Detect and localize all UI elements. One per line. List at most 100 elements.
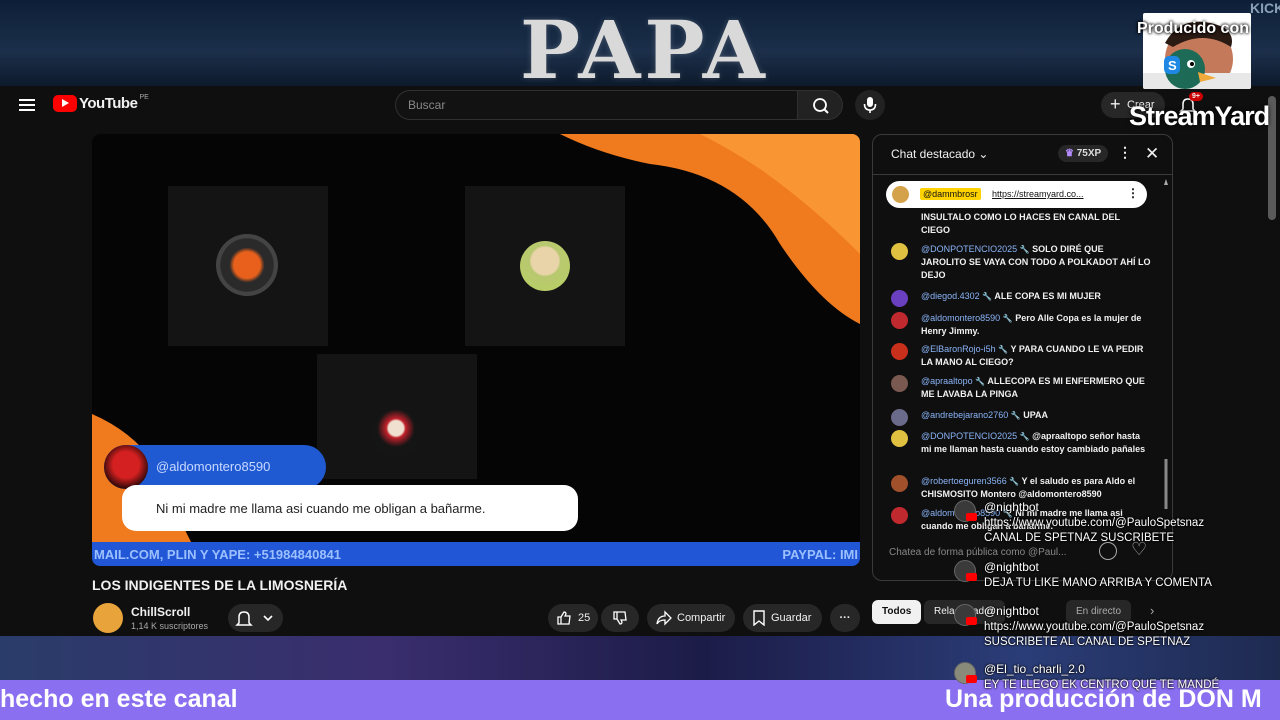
chat-message: @andrebejarano2760 🔧 UPAA <box>891 409 1151 426</box>
chat-avatar <box>891 409 908 426</box>
speaker-name: @aldomontero8590 <box>156 459 271 474</box>
stream-top-banner: PAPA KICK <box>0 0 1280 86</box>
participant-avatar <box>372 409 420 457</box>
like-button[interactable]: 25 <box>548 604 598 632</box>
chat-username[interactable]: @apraaltopo <box>921 376 973 386</box>
xp-value: 75XP <box>1076 148 1102 159</box>
youtube-mini-icon <box>966 573 977 581</box>
search-button[interactable] <box>797 90 843 120</box>
chat-username[interactable]: @ElBaronRojo-i5h <box>921 344 996 354</box>
chat-avatar <box>891 507 908 524</box>
dislike-button[interactable] <box>601 604 639 632</box>
overlay-chat-message: @El_tio_charli_2.0 EY TE LLEGO EK CENTRO… <box>950 662 1240 694</box>
producido-label: Producido con <box>1137 20 1249 37</box>
chat-options-icon[interactable]: ⋮ <box>1118 144 1132 161</box>
overlay-username: @nightbot <box>984 560 1039 574</box>
save-button[interactable]: Guardar <box>743 604 822 632</box>
wrench-icon: 🔧 <box>982 292 993 301</box>
wrench-icon: 🔧 <box>1002 314 1013 323</box>
chat-avatar <box>891 290 908 307</box>
chat-username[interactable]: @robertoeguren3566 <box>921 476 1007 486</box>
video-ticker: MAIL.COM, PLIN Y YAPE: +51984840841 PAYP… <box>92 542 860 566</box>
overlay-message-text: DEJA TU LIKE MANO ARRIBA Y COMENTA <box>984 577 1212 589</box>
chat-avatar <box>891 430 908 447</box>
pinned-options-icon[interactable]: ⋮ <box>1127 186 1139 200</box>
chat-avatar <box>891 475 908 492</box>
chat-username[interactable]: @aldomontero8590 <box>921 313 1000 323</box>
search-icon <box>813 98 829 114</box>
menu-icon[interactable] <box>19 99 35 111</box>
channel-subscribers: 1,14 K suscriptores <box>131 621 209 631</box>
share-icon <box>656 610 672 626</box>
wrench-icon: 🔧 <box>1019 245 1030 254</box>
chat-avatar <box>891 375 908 392</box>
search-input[interactable]: Buscar <box>395 90 797 120</box>
participant-tile <box>317 354 477 479</box>
chat-username[interactable]: @DONPOTENCIO2025 <box>921 431 1017 441</box>
streamyard-logo: StreamYard <box>1129 101 1270 131</box>
chat-username[interactable]: @DONPOTENCIO2025 <box>921 244 1017 254</box>
chip-all[interactable]: Todos <box>872 600 922 624</box>
svg-text:S: S <box>1168 58 1177 73</box>
mic-icon <box>863 97 877 113</box>
save-label: Guardar <box>771 612 812 624</box>
channel-name[interactable]: ChillScroll <box>131 605 190 619</box>
chat-mode-dropdown[interactable]: Chat destacado ⌄ <box>891 147 988 161</box>
wrench-icon: 🔧 <box>998 345 1009 354</box>
chat-avatar <box>891 343 908 360</box>
close-chat-icon[interactable]: ✕ <box>1145 144 1159 164</box>
overlay-chat-message: @nightbot DEJA TU LIKE MANO ARRIBA Y COM… <box>950 560 1240 592</box>
chat-avatar <box>891 312 908 329</box>
page-scrollbar[interactable] <box>1268 96 1276 220</box>
mic-button[interactable] <box>855 90 885 120</box>
overlay-message-text: https://www.youtube.com/@PauloSpetsnaz C… <box>984 517 1205 544</box>
xp-badge[interactable]: ♛ 75XP <box>1058 145 1109 162</box>
chat-mode-label: Chat destacado <box>891 147 976 161</box>
chat-message-text: INSULTALO COMO LO HACES EN CANAL DEL CIE… <box>921 212 1120 235</box>
screen: PAPA KICK YouTube PE Buscar + Crear 9+ @… <box>0 0 1280 720</box>
subscription-bell-button[interactable] <box>228 604 283 632</box>
chat-avatar <box>891 243 908 260</box>
pinned-user: @dammbrosr <box>920 188 981 200</box>
chat-message: @aldomontero8590 🔧 Pero Alle Copa es la … <box>891 312 1151 338</box>
wrench-icon: 🔧 <box>1009 477 1020 486</box>
chat-message-text: UPAA <box>1023 410 1049 420</box>
participant-avatar <box>520 241 570 291</box>
video-title: LOS INDIGENTES DE LA LIMOSNERÍA <box>92 577 348 593</box>
chat-input[interactable]: Chatea de forma pública como @Paul... <box>889 547 1089 558</box>
yt-header: YouTube PE Buscar + Crear 9+ <box>0 86 1280 124</box>
banner-title: PAPA <box>520 3 769 86</box>
thumbs-up-icon <box>557 611 571 625</box>
chat-username[interactable]: @andrebejarano2760 <box>921 410 1008 420</box>
ticker-right-text: PAYPAL: IMI <box>782 547 858 562</box>
speaker-message: Ni mi madre me llama asi cuando me oblig… <box>122 485 578 531</box>
chat-header: Chat destacado ⌄ ♛ 75XP ⋮ ✕ <box>873 135 1172 175</box>
crown-icon: ♛ <box>1065 148 1074 159</box>
channel-avatar[interactable] <box>93 603 123 633</box>
pinned-link[interactable]: https://streamyard.co... <box>992 189 1084 199</box>
more-actions-button[interactable]: ··· <box>830 604 860 632</box>
video-player[interactable]: @aldomontero8590 Ni mi madre me llama as… <box>92 134 860 566</box>
chat-scrollbar[interactable] <box>1164 179 1168 529</box>
wrench-icon: 🔧 <box>975 377 986 386</box>
speaker-name-pill: @aldomontero8590 <box>104 445 326 489</box>
chat-message: @apraaltopo 🔧 ALLECOPA ES MI ENFERMERO Q… <box>891 375 1151 401</box>
overlay-chat-message: @nightbot https://www.youtube.com/@Paulo… <box>950 604 1240 652</box>
ticker-left-text: MAIL.COM, PLIN Y YAPE: +51984840841 <box>94 547 342 562</box>
chat-username[interactable]: @diegod.4302 <box>921 291 980 301</box>
pinned-message[interactable]: @dammbrosr https://streamyard.co... ⋮ <box>886 181 1147 208</box>
chat-message-text: ALE COPA ES MI MUJER <box>994 291 1101 301</box>
wrench-icon: 🔧 <box>1010 411 1021 420</box>
country-code: PE <box>139 94 149 101</box>
youtube-mini-icon <box>966 513 977 521</box>
overlay-chat-message: @nightbot https://www.youtube.com/@Paulo… <box>950 500 1240 548</box>
chat-message: @ElBaronRojo-i5h 🔧 Y PARA CUANDO LE VA P… <box>891 343 1151 369</box>
share-label: Compartir <box>677 612 726 624</box>
plus-icon: + <box>1110 94 1121 114</box>
bookmark-icon <box>753 610 765 626</box>
share-button[interactable]: Compartir <box>647 604 735 632</box>
speaker-avatar <box>104 445 148 489</box>
chat-message: INSULTALO COMO LO HACES EN CANAL DEL CIE… <box>891 211 1151 237</box>
like-count: 25 <box>578 612 591 624</box>
youtube-logo[interactable]: YouTube PE <box>53 94 149 112</box>
